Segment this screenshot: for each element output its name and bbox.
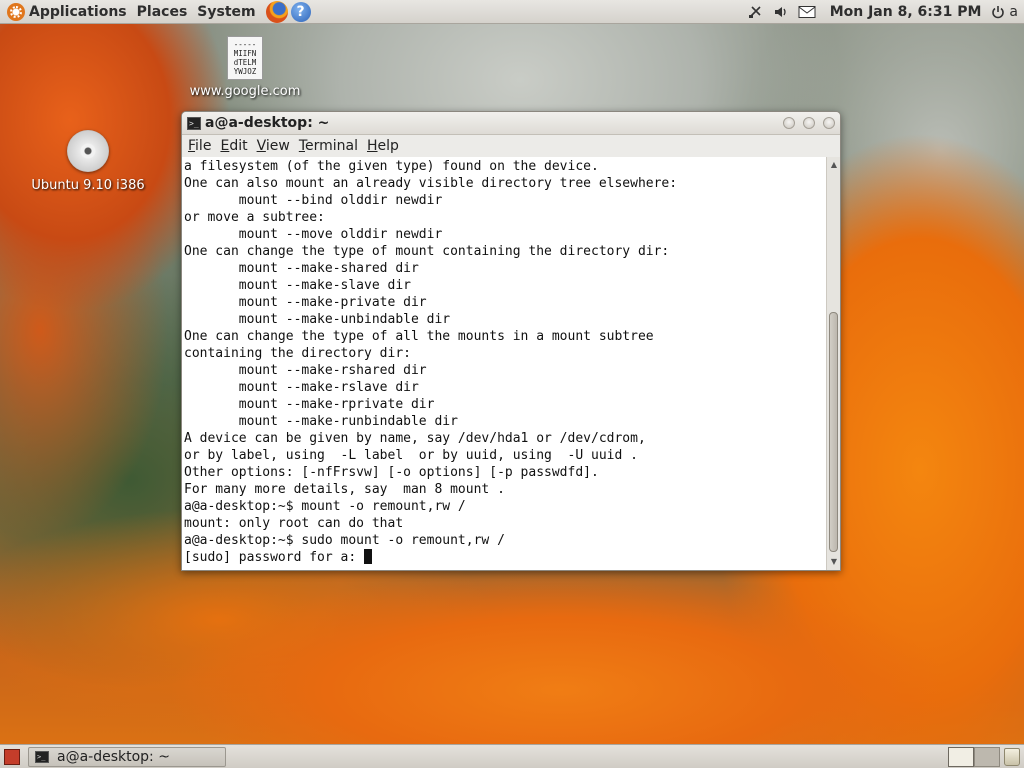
text-cursor bbox=[364, 549, 373, 564]
file-preview-line: dTELM bbox=[233, 58, 257, 67]
file-preview-line: ----- bbox=[233, 40, 257, 49]
terminal-line: mount --make-rprivate dir bbox=[184, 397, 435, 412]
workspace-1[interactable] bbox=[948, 746, 974, 767]
menu-mnemonic: V bbox=[256, 138, 266, 154]
terminal-line: mount --make-rslave dir bbox=[184, 380, 419, 395]
menu-mnemonic: H bbox=[367, 138, 378, 154]
maximize-button[interactable] bbox=[803, 117, 815, 129]
desktop-cd-ubuntu[interactable]: Ubuntu 9.10 i386 bbox=[28, 130, 148, 193]
menu-terminal[interactable]: Terminal bbox=[299, 138, 358, 154]
cd-rom-icon bbox=[67, 130, 109, 172]
ubuntu-logo-icon[interactable] bbox=[7, 2, 25, 21]
menu-label: dit bbox=[229, 138, 248, 154]
menu-label: iew bbox=[265, 138, 290, 154]
terminal-line: mount --make-slave dir bbox=[184, 278, 411, 293]
file-preview-line: MIIFN bbox=[233, 49, 257, 58]
workspace-2[interactable] bbox=[974, 746, 1000, 767]
terminal-line: mount: only root can do that bbox=[184, 516, 404, 531]
power-icon[interactable] bbox=[989, 3, 1007, 21]
terminal-line: mount --move olddir newdir bbox=[184, 227, 443, 242]
menu-places[interactable]: Places bbox=[137, 1, 188, 23]
taskbar-item-terminal[interactable]: >_ a@a-desktop: ~ bbox=[28, 746, 226, 767]
window-title: a@a-desktop: ~ bbox=[205, 115, 330, 131]
trash-icon[interactable] bbox=[1004, 748, 1020, 766]
desktop-cd-label: Ubuntu 9.10 i386 bbox=[31, 178, 145, 193]
terminal-line: or move a subtree: bbox=[184, 210, 325, 225]
menu-help[interactable]: Help bbox=[367, 138, 399, 154]
menu-system[interactable]: System bbox=[197, 1, 255, 23]
terminal-menubar: File Edit View Terminal Help bbox=[182, 135, 840, 158]
terminal-line: or by label, using -L label or by uuid, … bbox=[184, 448, 638, 463]
terminal-text[interactable]: a filesystem (of the given type) found o… bbox=[182, 157, 826, 566]
terminal-line: mount --make-unbindable dir bbox=[184, 312, 451, 327]
text-file-icon: ----- MIIFN dTELM YWJOZ bbox=[227, 36, 263, 80]
menu-mnemonic: E bbox=[220, 138, 230, 154]
terminal-window: >_ a@a-desktop: ~ File Edit View Termina… bbox=[181, 111, 841, 571]
file-preview-line: YWJOZ bbox=[233, 67, 257, 76]
terminal-icon: >_ bbox=[35, 750, 49, 763]
menu-mnemonic: F bbox=[188, 138, 196, 154]
window-titlebar[interactable]: >_ a@a-desktop: ~ bbox=[182, 112, 840, 135]
network-icon[interactable] bbox=[746, 3, 764, 21]
taskbar-item-label: a@a-desktop: ~ bbox=[57, 748, 170, 765]
terminal-line: containing the directory dir: bbox=[184, 346, 411, 361]
menu-file[interactable]: File bbox=[188, 138, 211, 154]
menu-label: ile bbox=[195, 138, 212, 154]
scroll-up-icon[interactable]: ▲ bbox=[827, 159, 840, 171]
minimize-button[interactable] bbox=[783, 117, 795, 129]
terminal-line: A device can be given by name, say /dev/… bbox=[184, 431, 646, 446]
menu-edit[interactable]: Edit bbox=[220, 138, 247, 154]
sudo-password-prompt: [sudo] password for a: bbox=[184, 550, 365, 565]
terminal-line: One can change the type of all the mount… bbox=[184, 329, 654, 344]
user-menu[interactable]: a bbox=[1009, 4, 1018, 20]
terminal-line: For many more details, say man 8 mount . bbox=[184, 482, 505, 497]
desktop-file-label: www.google.com bbox=[189, 84, 301, 99]
terminal-line: mount --bind olddir newdir bbox=[184, 193, 443, 208]
menu-applications[interactable]: Applications bbox=[29, 1, 127, 23]
menu-view[interactable]: View bbox=[257, 138, 290, 154]
terminal-line: mount --make-rshared dir bbox=[184, 363, 427, 378]
terminal-line: Other options: [-nfFrsvw] [-o options] [… bbox=[184, 465, 599, 480]
volume-icon[interactable] bbox=[772, 3, 790, 21]
terminal-line: One can change the type of mount contain… bbox=[184, 244, 670, 259]
window-controls bbox=[775, 117, 835, 129]
terminal-line: a@a-desktop:~$ sudo mount -o remount,rw … bbox=[184, 533, 505, 548]
vertical-scrollbar[interactable]: ▲ ▼ bbox=[826, 157, 840, 570]
scroll-down-icon[interactable]: ▼ bbox=[827, 556, 840, 568]
terminal-line: mount --make-shared dir bbox=[184, 261, 419, 276]
mail-icon[interactable] bbox=[798, 3, 816, 21]
terminal-icon: >_ bbox=[187, 116, 201, 130]
bottom-panel: >_ a@a-desktop: ~ bbox=[0, 744, 1024, 768]
close-button[interactable] bbox=[823, 117, 835, 129]
show-desktop-button[interactable] bbox=[4, 748, 20, 765]
terminal-line: mount --make-runbindable dir bbox=[184, 414, 458, 429]
terminal-line: a filesystem (of the given type) found o… bbox=[184, 159, 599, 174]
firefox-launcher-icon[interactable] bbox=[265, 0, 288, 23]
top-panel: Applications Places System ? Mon Jan 8, … bbox=[0, 0, 1024, 24]
workspace-switcher bbox=[948, 746, 1000, 767]
clock[interactable]: Mon Jan 8, 6:31 PM bbox=[830, 4, 982, 20]
desktop-file-google[interactable]: ----- MIIFN dTELM YWJOZ www.google.com bbox=[185, 36, 305, 99]
terminal-line: mount --make-private dir bbox=[184, 295, 427, 310]
menu-label: erminal bbox=[305, 138, 358, 154]
terminal-output-area[interactable]: a filesystem (of the given type) found o… bbox=[182, 157, 826, 570]
help-launcher-icon[interactable]: ? bbox=[290, 1, 311, 22]
menu-label: elp bbox=[377, 138, 399, 154]
system-tray: Mon Jan 8, 6:31 PM a bbox=[746, 0, 1024, 24]
scrollbar-thumb[interactable] bbox=[829, 312, 838, 552]
terminal-line: One can also mount an already visible di… bbox=[184, 176, 678, 191]
terminal-line: a@a-desktop:~$ mount -o remount,rw / bbox=[184, 499, 466, 514]
